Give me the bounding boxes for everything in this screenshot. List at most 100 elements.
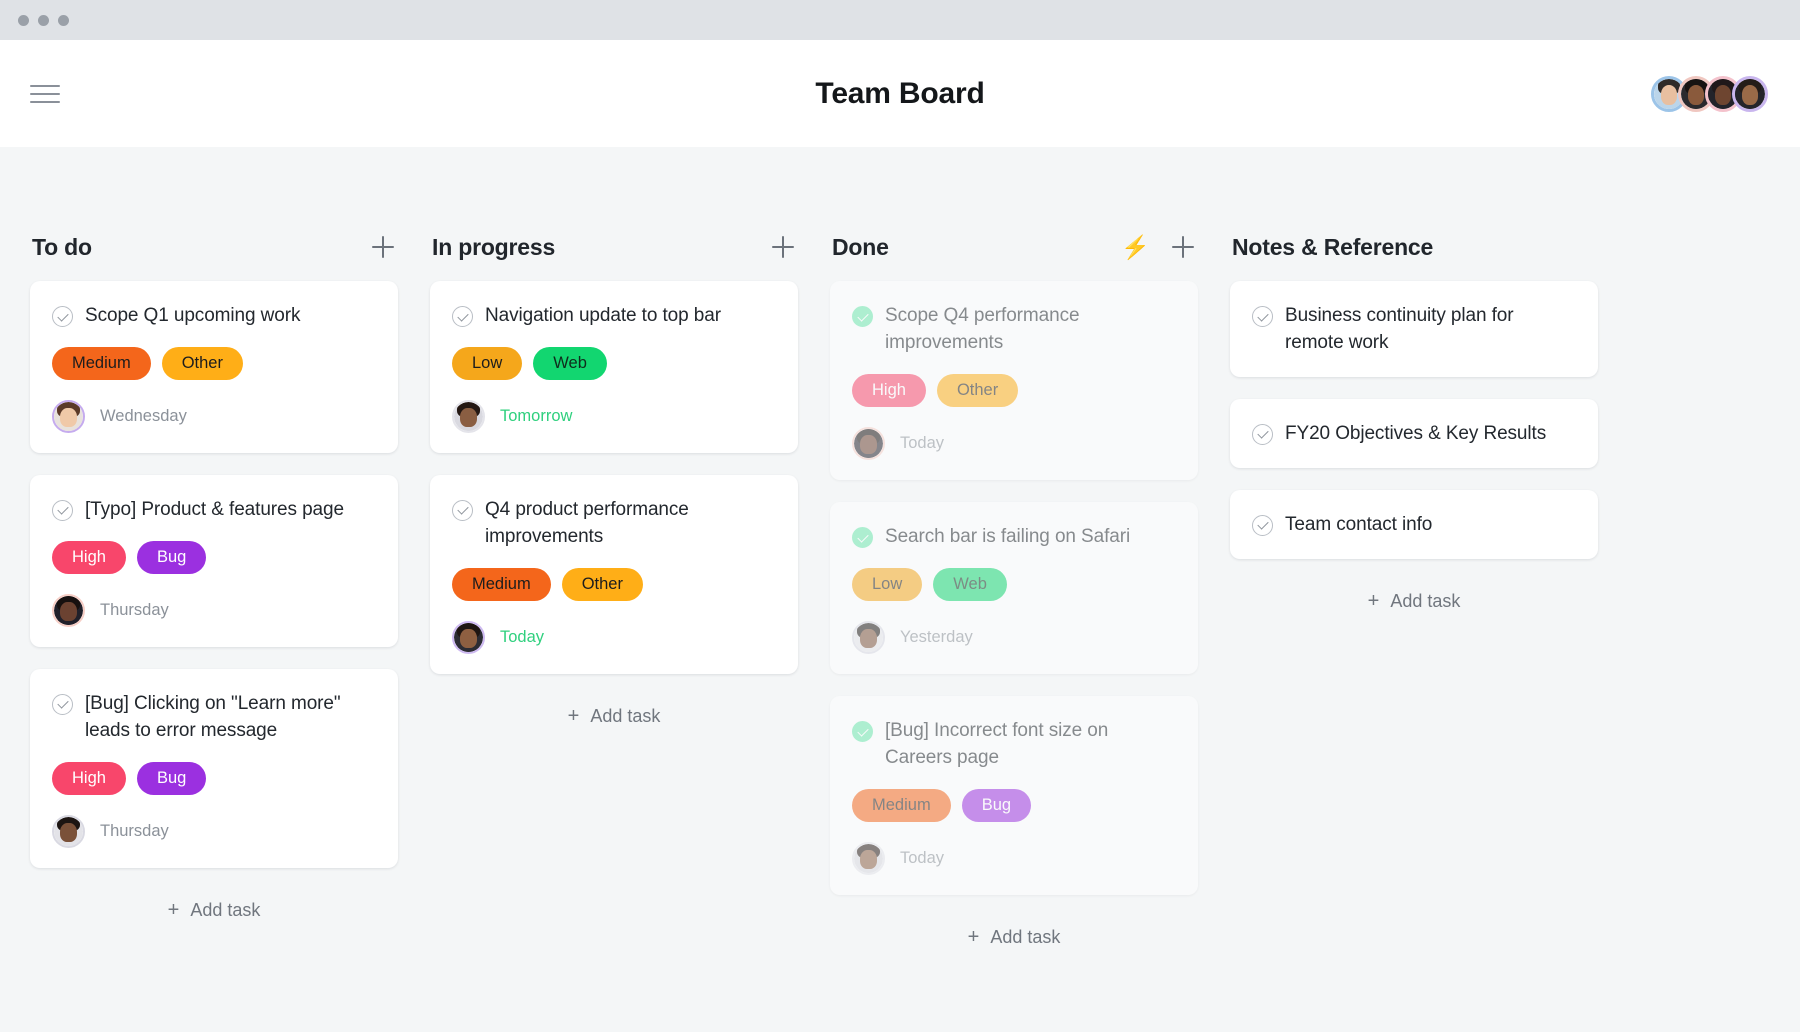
card-tag[interactable]: Web — [933, 567, 1007, 601]
window-close-dot[interactable] — [18, 14, 29, 26]
add-card-plus-icon[interactable] — [1172, 236, 1194, 258]
card-due-date: Tomorrow — [500, 406, 573, 425]
window-maximize-dot[interactable] — [58, 14, 69, 26]
card-due-date: Yesterday — [900, 627, 973, 646]
card-tag[interactable]: Low — [452, 346, 523, 380]
card-tag[interactable]: High — [852, 373, 926, 407]
avatar-face — [54, 401, 83, 431]
board-column: In progress Navigation update to top bar L… — [414, 225, 814, 1032]
task-check-icon[interactable] — [452, 306, 473, 327]
card-title: [Typo] Product & features page — [85, 498, 344, 520]
task-card[interactable]: Scope Q4 performance improvements High Oth… — [830, 281, 1198, 480]
card-title-row: Business continuity plan for remote work — [1252, 303, 1576, 357]
add-task-button[interactable]: + Add task — [30, 890, 398, 921]
card-title-row: FY20 Objectives & Key Results — [1252, 421, 1576, 448]
card-assignee-avatar[interactable] — [52, 399, 85, 433]
add-card-plus-icon[interactable] — [372, 236, 394, 258]
task-check-icon[interactable] — [52, 499, 73, 521]
card-assignee-avatar[interactable] — [852, 426, 885, 460]
page-title: Team Board — [815, 76, 985, 110]
card-title: Scope Q1 upcoming work — [85, 305, 301, 326]
task-card[interactable]: [Bug] Clicking on "Learn more" leads to … — [30, 668, 398, 868]
task-card[interactable]: [Typo] Product & features page High Bug Thu… — [30, 474, 398, 647]
app-window: Team Board To do Scope Q1 upcoming work Me… — [0, 0, 1800, 1032]
task-card[interactable]: FY20 Objectives & Key Results — [1230, 398, 1598, 468]
card-tag[interactable]: High — [52, 540, 126, 574]
task-complete-check-icon[interactable] — [852, 720, 873, 742]
card-meta: Today — [852, 841, 1176, 875]
card-tag[interactable]: Other — [936, 373, 1019, 407]
card-assignee-avatar[interactable] — [452, 399, 485, 433]
avatar-face — [54, 595, 83, 625]
column-title: In progress — [432, 233, 556, 260]
avatar-face — [1735, 78, 1765, 109]
card-tag[interactable]: Other — [161, 346, 243, 380]
board-column: To do Scope Q1 upcoming work Medium Other We… — [0, 225, 414, 1032]
card-assignee-avatar[interactable] — [852, 620, 885, 654]
task-card[interactable]: Search bar is failing on Safari Low Web Yes… — [830, 501, 1198, 674]
column-title: Notes & Reference — [1232, 233, 1434, 260]
avatar-face — [54, 816, 83, 846]
add-task-button[interactable]: + Add task — [830, 917, 1198, 948]
column-header: In progress — [430, 225, 798, 269]
kanban-board: To do Scope Q1 upcoming work Medium Other We… — [0, 147, 1800, 1032]
task-complete-check-icon[interactable] — [852, 306, 873, 327]
team-avatar-group[interactable] — [1651, 75, 1768, 112]
card-assignee-avatar[interactable] — [52, 814, 85, 848]
card-tag[interactable]: Bug — [136, 540, 207, 574]
add-task-plus-icon: + — [567, 705, 580, 728]
card-tag-list: High Other — [852, 373, 1176, 407]
card-tag[interactable]: Bug — [136, 761, 207, 795]
card-tag[interactable]: Medium — [52, 346, 151, 380]
card-due-date: Today — [900, 433, 945, 452]
card-tag[interactable]: Low — [852, 567, 923, 601]
task-card[interactable]: Q4 product performance improvements Mediu… — [430, 474, 798, 674]
add-task-label: Add task — [990, 926, 1061, 947]
card-tag[interactable]: Medium — [852, 788, 951, 822]
column-header: Notes & Reference — [1230, 225, 1598, 269]
task-card[interactable]: Navigation update to top bar Low Web Tomorr… — [430, 281, 798, 453]
avatar-4[interactable] — [1732, 75, 1768, 112]
card-meta: Thursday — [52, 814, 376, 848]
task-check-icon[interactable] — [1252, 306, 1273, 327]
lightning-bolt-icon[interactable]: ⚡ — [1121, 235, 1150, 259]
card-meta: Today — [452, 620, 776, 654]
task-complete-check-icon[interactable] — [852, 526, 873, 548]
task-check-icon[interactable] — [1252, 423, 1273, 445]
task-card[interactable]: [Bug] Incorrect font size on Careers pag… — [830, 695, 1198, 895]
avatar-face — [854, 622, 883, 652]
avatar-face — [854, 428, 883, 458]
card-assignee-avatar[interactable] — [52, 593, 85, 627]
task-card[interactable]: Scope Q1 upcoming work Medium Other Wednesd… — [30, 281, 398, 453]
task-check-icon[interactable] — [52, 693, 73, 715]
card-assignee-avatar[interactable] — [452, 620, 485, 654]
card-tag-list: High Bug — [52, 761, 376, 795]
card-tag[interactable]: Medium — [452, 567, 551, 601]
card-assignee-avatar[interactable] — [852, 841, 885, 875]
card-title-row: [Typo] Product & features page — [52, 497, 376, 524]
card-tag[interactable]: Web — [533, 346, 607, 380]
task-check-icon[interactable] — [1252, 514, 1273, 536]
card-title: Q4 product performance improvements — [485, 498, 689, 547]
card-title-row: Scope Q4 performance improvements — [852, 303, 1176, 357]
card-title: Navigation update to top bar — [485, 305, 721, 326]
card-tag[interactable]: Bug — [961, 788, 1032, 822]
card-tag[interactable]: Other — [561, 567, 643, 601]
card-tag-list: Medium Bug — [852, 788, 1176, 822]
add-task-label: Add task — [1390, 590, 1461, 611]
window-minimize-dot[interactable] — [38, 14, 49, 26]
add-card-plus-icon[interactable] — [772, 236, 794, 258]
task-card[interactable]: Team contact info — [1230, 489, 1598, 559]
card-meta: Today — [852, 426, 1176, 460]
task-card[interactable]: Business continuity plan for remote work — [1230, 281, 1598, 377]
card-title-row: [Bug] Clicking on "Learn more" leads to … — [52, 691, 376, 745]
add-task-button[interactable]: + Add task — [430, 696, 798, 727]
add-task-plus-icon: + — [967, 926, 980, 949]
hamburger-menu-icon[interactable] — [30, 82, 60, 106]
card-tag[interactable]: High — [52, 761, 126, 795]
add-task-button[interactable]: + Add task — [1230, 581, 1598, 612]
column-actions: ⚡ — [1121, 235, 1194, 259]
task-check-icon[interactable] — [452, 499, 473, 521]
card-title-row: [Bug] Incorrect font size on Careers pag… — [852, 718, 1176, 772]
task-check-icon[interactable] — [52, 306, 73, 327]
